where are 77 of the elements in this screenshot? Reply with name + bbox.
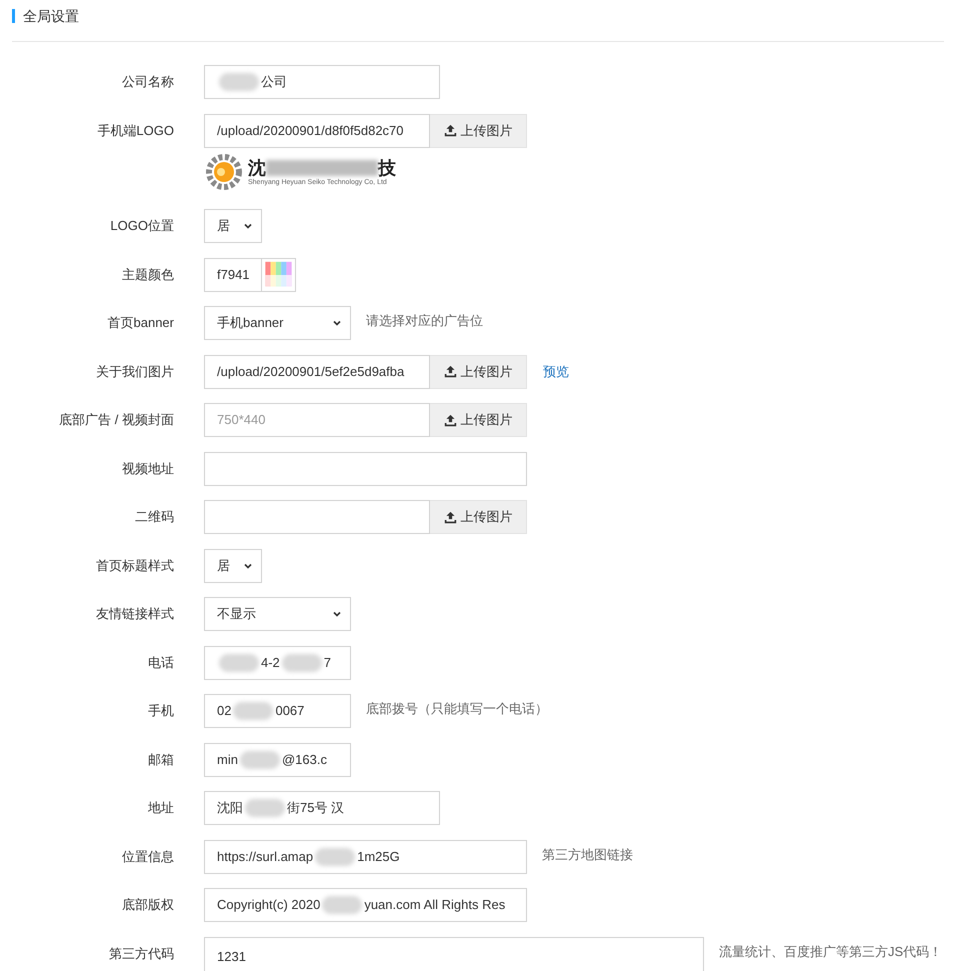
text-field[interactable]: 02 0067 bbox=[204, 694, 351, 728]
color-field[interactable]: f7941 bbox=[204, 258, 262, 292]
hint-text: 流量统计、百度推广等第三方JS代码！ bbox=[719, 942, 942, 960]
chevron-down-icon bbox=[332, 318, 342, 328]
field-label: LOGO位置 bbox=[109, 217, 174, 235]
field-label: 位置信息 bbox=[121, 848, 174, 866]
upload-icon bbox=[444, 414, 456, 426]
field-label: 手机端LOGO bbox=[96, 122, 174, 140]
path-field[interactable] bbox=[204, 500, 430, 534]
field-label: 底部版权 bbox=[121, 896, 174, 914]
blurred-redaction bbox=[219, 73, 259, 91]
gear-logo-icon bbox=[204, 152, 244, 192]
field-value: 7 bbox=[324, 654, 332, 672]
dropdown-select[interactable]: 居 bbox=[204, 548, 262, 582]
logo-text: 沈 bbox=[248, 158, 266, 176]
field-label: 二维码 bbox=[134, 508, 174, 526]
field-value: min bbox=[217, 750, 238, 769]
dropdown-select[interactable]: 手机banner bbox=[204, 306, 351, 340]
blurred-redaction bbox=[282, 654, 322, 672]
field-value: 公司 bbox=[261, 73, 287, 92]
field-label: 公司名称 bbox=[121, 73, 174, 91]
upload-icon bbox=[444, 510, 456, 524]
section-title: 全局设置 bbox=[12, 8, 79, 22]
blurred-redaction bbox=[322, 896, 362, 914]
upload-button[interactable]: 上传图片 bbox=[430, 114, 527, 148]
text-field[interactable]: Copyright(c) 2020 yuan.com All Rights Res bbox=[204, 888, 527, 922]
dropdown-select[interactable]: 不显示 bbox=[204, 597, 351, 631]
field-label: 第三方代码 bbox=[108, 944, 174, 962]
field-label: 首页banner bbox=[106, 314, 174, 332]
upload-icon bbox=[444, 365, 456, 378]
field-label: 友情链接样式 bbox=[95, 605, 174, 623]
dropdown-select[interactable]: 居 bbox=[204, 209, 262, 243]
field-label: 电话 bbox=[147, 654, 174, 672]
blurred-redaction bbox=[315, 848, 356, 866]
field-label: 手机 bbox=[147, 702, 174, 720]
upload-button[interactable]: 上传图片 bbox=[430, 500, 527, 534]
text-field[interactable]: 沈阳 街75号 汉 bbox=[204, 791, 440, 825]
field-value: Copyright(c) 2020 bbox=[217, 896, 320, 914]
chevron-down-icon bbox=[243, 221, 253, 231]
chevron-down-icon bbox=[332, 609, 342, 619]
upload-icon bbox=[444, 124, 456, 137]
blurred-redaction bbox=[219, 654, 259, 672]
text-field[interactable]: https://surl.amap 1m25G bbox=[204, 840, 527, 874]
field-value: 街75号 汉 bbox=[287, 799, 344, 818]
upload-button[interactable]: 上传图片 bbox=[430, 354, 527, 388]
color-palette-icon[interactable] bbox=[262, 258, 296, 292]
upload-button[interactable]: 上传图片 bbox=[430, 403, 527, 437]
logo-text: 技 bbox=[378, 158, 396, 176]
code-textarea[interactable]: 1231 bbox=[204, 936, 704, 971]
hint-text: 请选择对应的广告位 bbox=[366, 312, 483, 330]
field-label: 底部广告 / 视频封面 bbox=[58, 411, 174, 429]
field-label: 视频地址 bbox=[121, 460, 174, 478]
field-label: 首页标题样式 bbox=[95, 556, 174, 574]
hint-text: 第三方地图链接 bbox=[542, 846, 633, 864]
preview-link[interactable]: 预览 bbox=[543, 362, 569, 382]
field-value: 02 bbox=[217, 702, 232, 720]
path-field[interactable]: /upload/20200901/d8f0f5d82c70 bbox=[204, 114, 430, 148]
field-label: 地址 bbox=[147, 799, 174, 817]
field-value: 0067 bbox=[275, 702, 304, 720]
field-value: https://surl.amap bbox=[217, 848, 314, 866]
text-field[interactable]: min @163.c bbox=[204, 742, 351, 776]
field-label: 主题颜色 bbox=[121, 266, 174, 284]
blurred-redaction bbox=[245, 799, 285, 817]
blurred-redaction bbox=[240, 750, 280, 768]
field-value: 1m25G bbox=[357, 848, 400, 866]
field-value: 沈阳 bbox=[217, 799, 243, 818]
path-field[interactable]: /upload/20200901/5ef2e5d9afba bbox=[204, 354, 430, 388]
field-value: 4-2 bbox=[261, 654, 280, 672]
field-label: 邮箱 bbox=[147, 750, 174, 768]
blurred-redaction bbox=[233, 702, 274, 720]
text-field[interactable]: 4-2 7 bbox=[204, 646, 351, 680]
text-field[interactable]: 公司 bbox=[204, 65, 440, 99]
field-value: @163.c bbox=[282, 750, 327, 769]
hint-text: 底部拨号（只能填写一个电话） bbox=[366, 700, 548, 718]
field-value: yuan.com All Rights Res bbox=[364, 896, 506, 914]
field-label: 关于我们图片 bbox=[95, 362, 174, 380]
text-field[interactable] bbox=[204, 452, 527, 486]
